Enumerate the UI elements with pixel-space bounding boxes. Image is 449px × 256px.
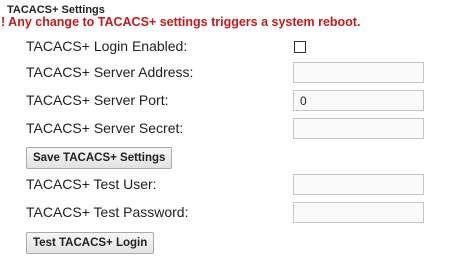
reboot-warning: ! Any change to TACACS+ settings trigger…	[1, 15, 361, 29]
test-user-input[interactable]	[293, 174, 424, 195]
server-port-label: TACACS+ Server Port:	[26, 92, 169, 108]
login-enabled-checkbox[interactable]	[294, 41, 306, 53]
server-address-input[interactable]	[293, 62, 424, 83]
server-address-label: TACACS+ Server Address:	[26, 64, 194, 80]
server-secret-input[interactable]	[293, 118, 424, 139]
test-user-label: TACACS+ Test User:	[26, 176, 157, 192]
test-password-label: TACACS+ Test Password:	[26, 204, 189, 220]
login-enabled-label: TACACS+ Login Enabled:	[26, 38, 188, 54]
save-settings-button[interactable]: Save TACACS+ Settings	[26, 147, 173, 169]
server-secret-label: TACACS+ Server Secret:	[26, 120, 184, 136]
test-login-button[interactable]: Test TACACS+ Login	[26, 232, 155, 254]
test-password-input[interactable]	[293, 202, 424, 223]
server-port-input[interactable]	[293, 90, 424, 111]
